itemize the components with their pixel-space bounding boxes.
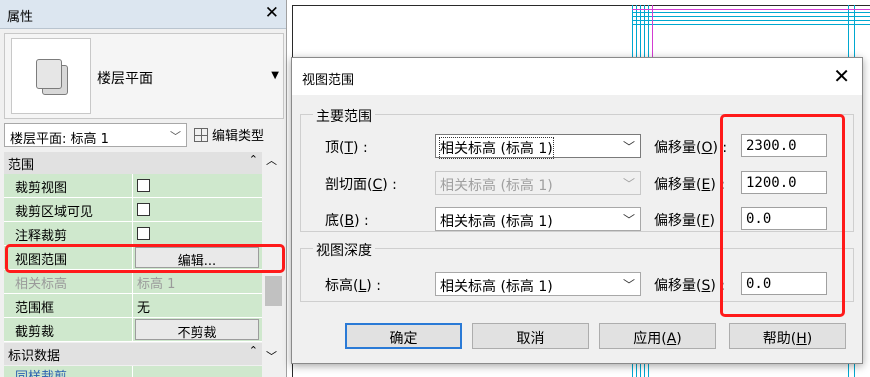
chevron-down-icon: ﹀	[622, 177, 635, 191]
top-level-value: 相关标高 (标高 1)	[439, 137, 554, 159]
scroll-up-icon[interactable]: ︿	[266, 152, 277, 168]
property-label: 相关标高	[4, 270, 133, 294]
property-label: 裁剪区域可见	[4, 198, 133, 222]
property-row-crop-region-visible: 裁剪区域可见	[4, 198, 262, 222]
edit-type-label: 编辑类型	[212, 129, 265, 144]
depth-level-label: 标高(L) :	[325, 278, 381, 294]
top-level-select[interactable]: 相关标高 (标高 1) ﹀	[435, 134, 641, 159]
scope-box-value[interactable]: 无	[133, 294, 262, 318]
primary-range-legend: 主要范围	[313, 106, 375, 126]
property-row-depth-clipping: 截剪裁 不剪裁	[4, 318, 262, 342]
cancel-button[interactable]: 取消	[472, 323, 589, 349]
property-label: 裁剪视图	[4, 174, 133, 198]
properties-close-icon[interactable]: ✕	[265, 3, 279, 23]
crop-view-checkbox[interactable]	[137, 179, 150, 192]
property-row-associated-level: 相关标高 标高 1	[4, 270, 262, 294]
property-row-annotation-crop: 注释裁剪	[4, 222, 262, 246]
property-label: 范围框	[4, 294, 133, 318]
property-label: 注释裁剪	[4, 222, 133, 246]
bottom-offset-label: 偏移量(F) :	[654, 213, 725, 229]
property-label: 同样裁剪	[4, 366, 133, 377]
cut-plane-level-value: 相关标高 (标高 1)	[440, 178, 553, 194]
bottom-level-value: 相关标高 (标高 1)	[440, 214, 553, 230]
type-name: 楼层平面	[97, 71, 153, 87]
dialog-close-icon[interactable]: ✕	[833, 64, 850, 88]
property-value: 标高 1	[133, 270, 262, 294]
property-label: 截剪裁	[4, 318, 133, 342]
collapse-icon[interactable]: ⌃	[249, 344, 258, 357]
property-row-scope-box: 范围框 无	[4, 294, 262, 318]
cut-plane-level-select: 相关标高 (标高 1) ﹀	[435, 171, 641, 195]
floor-plan-icon	[11, 38, 91, 114]
group-label: 标识数据	[8, 349, 61, 364]
bottom-level-select[interactable]: 相关标高 (标高 1) ﹀	[435, 207, 641, 231]
depth-clipping-button[interactable]: 不剪裁	[135, 319, 259, 341]
help-button[interactable]: 帮助(H)	[729, 323, 846, 349]
highlight-offsets	[720, 114, 845, 317]
top-offset-label: 偏移量(O) :	[654, 140, 728, 156]
properties-panel: 属性 ✕ 楼层平面 ▼ 楼层平面: 标高 1 ﹀ 编辑类型 范围 ⌃ 裁剪视图 …	[0, 0, 287, 377]
depth-level-value: 相关标高 (标高 1)	[440, 279, 553, 295]
edit-type-icon	[194, 128, 208, 142]
chevron-down-icon: ﹀	[622, 140, 635, 154]
group-identity-data[interactable]: 标识数据 ⌃	[4, 343, 262, 365]
instance-selector-row: 楼层平面: 标高 1 ﹀ 编辑类型	[4, 123, 286, 148]
bottom-label: 底(B) :	[325, 213, 369, 229]
type-dropdown-icon[interactable]: ▼	[271, 70, 279, 81]
highlight-view-range-row	[5, 244, 285, 273]
edit-type-button[interactable]: 编辑类型	[194, 125, 264, 144]
properties-title-bar: 属性 ✕	[0, 0, 286, 29]
cut-plane-label: 剖切面(C) :	[325, 177, 397, 193]
dialog-title: 视图范围	[302, 73, 355, 88]
scroll-down-icon[interactable]: ﹀	[266, 348, 277, 364]
dialog-title-bar: 视图范围 ✕	[292, 58, 862, 95]
chevron-down-icon: ﹀	[170, 130, 181, 143]
collapse-icon[interactable]: ⌃	[249, 153, 258, 166]
depth-level-select[interactable]: 相关标高 (标高 1) ﹀	[435, 272, 641, 296]
instance-selector[interactable]: 楼层平面: 标高 1 ﹀	[4, 123, 187, 147]
view-depth-legend: 视图深度	[313, 240, 375, 260]
view-range-dialog: 视图范围 ✕ 主要范围 顶(T) : 相关标高 (标高 1) ﹀ 偏移量(O) …	[291, 57, 863, 364]
annotation-crop-checkbox[interactable]	[137, 227, 150, 240]
chevron-down-icon: ﹀	[622, 278, 635, 292]
chevron-down-icon: ﹀	[622, 213, 635, 227]
depth-offset-label: 偏移量(S) :	[654, 278, 725, 294]
type-selector[interactable]: 楼层平面 ▼	[4, 33, 284, 119]
property-row-crop-view: 裁剪视图	[4, 174, 262, 198]
instance-selector-value: 楼层平面: 标高 1	[10, 132, 109, 147]
apply-button[interactable]: 应用(A)	[599, 323, 716, 349]
group-extents[interactable]: 范围 ⌃	[4, 152, 262, 174]
properties-title: 属性	[7, 10, 34, 25]
property-row-partial: 同样裁剪	[4, 366, 262, 377]
top-label: 顶(T) :	[325, 140, 368, 156]
scrollbar-thumb[interactable]	[265, 276, 282, 306]
ok-button[interactable]: 确定	[345, 323, 462, 349]
crop-region-visible-checkbox[interactable]	[137, 203, 150, 216]
group-label: 范围	[8, 158, 35, 173]
cut-plane-offset-label: 偏移量(E) :	[654, 177, 725, 193]
